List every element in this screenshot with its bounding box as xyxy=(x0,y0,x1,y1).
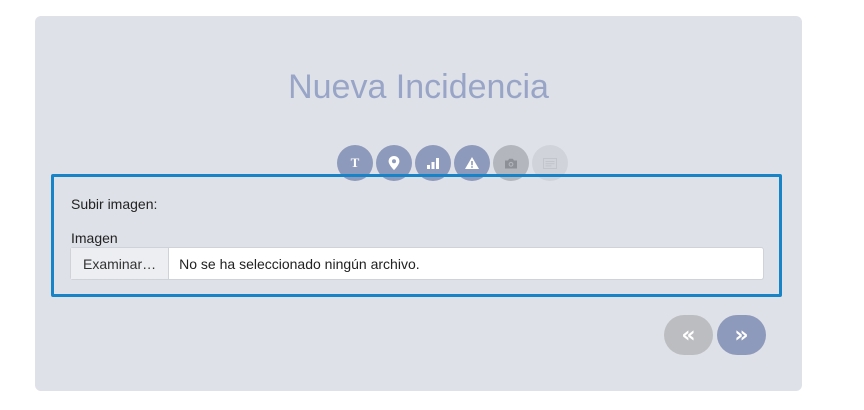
image-field-label: Imagen xyxy=(71,230,118,246)
text-icon: T xyxy=(350,155,360,170)
file-status-text: No se ha seleccionado ningún archivo. xyxy=(179,255,420,272)
browse-button[interactable]: Examinar… xyxy=(71,248,170,279)
form-card: Nueva Incidencia T Subir imagen: Imagen … xyxy=(35,16,802,391)
page-title: Nueva Incidencia xyxy=(288,68,549,106)
notes-icon xyxy=(543,157,557,169)
camera-icon xyxy=(505,158,517,168)
signal-bars-icon xyxy=(427,158,439,169)
image-upload-panel: Subir imagen: Imagen Examinar… No se ha … xyxy=(51,174,782,297)
location-pin-icon xyxy=(388,156,400,170)
upload-heading: Subir imagen: xyxy=(71,196,158,212)
image-file-input[interactable]: Examinar… No se ha seleccionado ningún a… xyxy=(70,247,764,280)
warning-icon xyxy=(465,157,479,169)
next-step-button[interactable]: » xyxy=(717,315,766,355)
previous-step-button[interactable]: « xyxy=(664,315,713,355)
